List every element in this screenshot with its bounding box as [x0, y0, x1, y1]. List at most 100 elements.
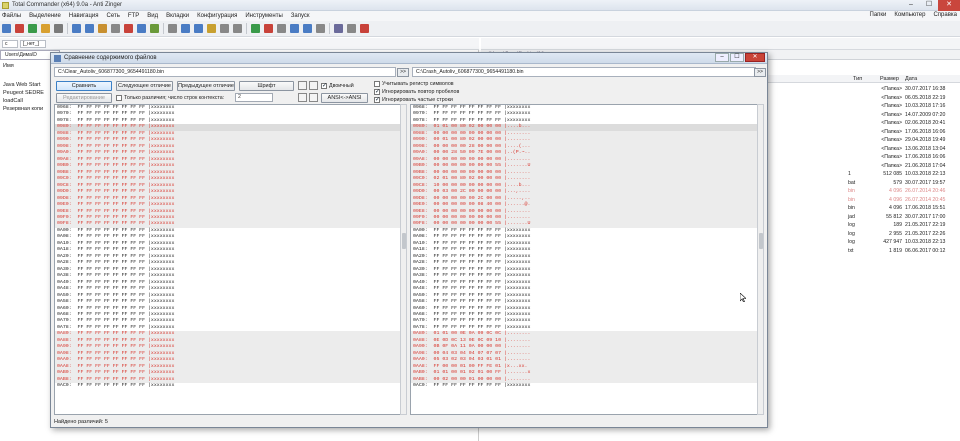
file-size: <Папка>: [881, 137, 902, 143]
toolbar-button-icon[interactable]: [290, 24, 299, 33]
col-ext[interactable]: Тип: [853, 75, 862, 83]
file-date: 06.05.2018 22:19: [905, 94, 946, 101]
tree-item[interactable]: Peugeot SEDRE: [0, 89, 56, 97]
file-date: 02.06.2018 20:41: [905, 120, 946, 126]
toolbar-button-icon[interactable]: [194, 24, 203, 33]
menu-files[interactable]: Файлы: [2, 13, 21, 19]
toolbar-button-icon[interactable]: [316, 24, 325, 33]
toolbar-button-icon[interactable]: [207, 24, 216, 33]
tree-header[interactable]: Имя: [0, 62, 56, 70]
file-right-input[interactable]: C:\Crash_Autoliv_606877300_9654491180.bi…: [412, 67, 756, 77]
next-diff-button[interactable]: Следующее отличие: [116, 81, 173, 91]
binary-checkbox-box[interactable]: [321, 82, 327, 89]
case-sensitive-label: Учитывать регистр символов: [382, 81, 454, 87]
file-date: 14.07.2009 07:20: [905, 111, 946, 118]
dialog-close-button[interactable]: ✕: [745, 53, 765, 62]
toolbar-button-icon[interactable]: [41, 24, 50, 33]
menu-tools[interactable]: Инструменты: [245, 13, 282, 19]
menu-launch[interactable]: Запуск: [291, 13, 310, 19]
menu-view[interactable]: Вид: [147, 13, 158, 19]
context-lines-select[interactable]: 2: [235, 93, 273, 102]
copy-icon[interactable]: [298, 93, 307, 102]
menu-navigation[interactable]: Навигация: [69, 13, 99, 19]
toolbar-button-icon[interactable]: [15, 24, 24, 33]
toolbar-button-icon[interactable]: [150, 24, 159, 33]
drive-selector-left[interactable]: c: [2, 40, 18, 48]
col-date[interactable]: Дата: [905, 75, 917, 83]
paste-icon[interactable]: [309, 93, 318, 102]
font-button[interactable]: Шрифт: [239, 81, 294, 91]
menu-ftp[interactable]: FTP: [128, 13, 139, 19]
toolbar-button-icon[interactable]: [181, 24, 190, 33]
col-size[interactable]: Размер: [880, 75, 899, 83]
menu-tabs[interactable]: Вкладки: [166, 13, 189, 19]
ignore-spaces-box[interactable]: [374, 88, 380, 95]
toolbar-button-icon[interactable]: [28, 24, 37, 33]
edit-button[interactable]: Редактирование: [56, 93, 112, 103]
toolbar-button-icon[interactable]: [85, 24, 94, 33]
toolbar-button-icon[interactable]: [264, 24, 273, 33]
toolbar-button-icon[interactable]: [2, 24, 11, 33]
tree-item[interactable]: loadCall: [0, 97, 56, 105]
menu-folders[interactable]: Папки: [870, 12, 887, 18]
only-differences-checkbox[interactable]: Только различия; число строк контекста:: [116, 94, 224, 102]
toolbar-button-icon[interactable]: [137, 24, 146, 33]
toolbar-button-icon[interactable]: [360, 24, 369, 33]
toolbar-button-icon[interactable]: [251, 24, 260, 33]
case-sensitive-box[interactable]: [374, 81, 380, 87]
menu-configuration[interactable]: Конфигурация: [197, 13, 237, 19]
file-date: 10.03.2018 22:13: [905, 171, 946, 177]
toolbar-button-icon[interactable]: [111, 24, 120, 33]
toolbar-button-icon[interactable]: [98, 24, 107, 33]
window-title: Total Commander (x64) 9.0a - Anti Zinger: [12, 2, 123, 8]
left-scrollbar[interactable]: [400, 104, 407, 415]
menu-help[interactable]: Справка: [933, 12, 957, 18]
right-scrollbar[interactable]: [757, 104, 764, 415]
dialog-minimize-button[interactable]: –: [715, 53, 729, 62]
toolbar-separator: [163, 23, 164, 34]
toolbar-button-icon[interactable]: [220, 24, 229, 33]
file-size: 512 085: [883, 171, 902, 177]
compare-button[interactable]: Сравнить: [56, 81, 112, 91]
toolbar-button-icon[interactable]: [124, 24, 133, 33]
close-button[interactable]: ✕: [938, 0, 960, 11]
ignore-common-lines-box[interactable]: [374, 96, 380, 103]
menu-network[interactable]: Сеть: [107, 13, 120, 19]
file-left-input[interactable]: C:\Clear_Autoliv_606877300_9654491180.bi…: [54, 67, 396, 77]
file-date: 30.07.2017 19:57: [905, 179, 946, 186]
file-date: 21.06.2018 17:04: [905, 162, 946, 169]
file-ext: bin: [848, 188, 855, 194]
toolbar-button-icon[interactable]: [347, 24, 356, 33]
dialog-maximize-button[interactable]: ☐: [730, 53, 744, 62]
file-ext: jad: [848, 213, 855, 220]
toolbar-button-icon[interactable]: [72, 24, 81, 33]
ansi-button[interactable]: ANSI<->ANSI: [321, 93, 368, 103]
binary-checkbox[interactable]: Двоичный: [321, 82, 354, 90]
app-icon: [2, 2, 9, 9]
find-next-icon[interactable]: [309, 81, 318, 90]
toolbar-button-icon[interactable]: [168, 24, 177, 33]
maximize-button[interactable]: ☐: [920, 0, 938, 11]
tree-item[interactable]: Java Web Start: [0, 81, 56, 89]
toolbar-button-icon[interactable]: [233, 24, 242, 33]
binoculars-icon[interactable]: [298, 81, 307, 90]
toolbar-button-icon[interactable]: [277, 24, 286, 33]
case-sensitive-checkbox[interactable]: Учитывать регистр символов: [374, 80, 454, 88]
menu-computer[interactable]: Компьютер: [894, 12, 925, 18]
toolbar-button-icon[interactable]: [54, 24, 63, 33]
ignore-common-lines-checkbox[interactable]: Игнорировать частые строки: [374, 96, 453, 104]
toolbar-button-icon[interactable]: [303, 24, 312, 33]
tree-item[interactable]: Резервная копи: [0, 105, 56, 113]
prev-diff-button[interactable]: Предыдущее отличие: [177, 81, 235, 91]
file-ext: 1: [848, 171, 851, 177]
browse-right-button[interactable]: >>: [754, 68, 766, 77]
hex-pane-left[interactable]: 0968: FF FF FF FF FF FF FF FF |xxxxxxxx 0…: [54, 104, 406, 415]
ignore-spaces-checkbox[interactable]: Игнорировать повтор пробелов: [374, 88, 459, 96]
browse-left-button[interactable]: >>: [397, 68, 409, 77]
hex-pane-right[interactable]: 0968: FF FF FF FF FF FF FF FF |xxxxxxxx 0…: [410, 104, 762, 415]
toolbar-button-icon[interactable]: [334, 24, 343, 33]
menu-selection[interactable]: Выделение: [29, 13, 61, 19]
only-differences-box[interactable]: [116, 95, 122, 101]
menu-bar: Файлы Выделение Навигация Сеть FTP Вид В…: [0, 11, 960, 21]
minimize-button[interactable]: –: [902, 0, 920, 11]
